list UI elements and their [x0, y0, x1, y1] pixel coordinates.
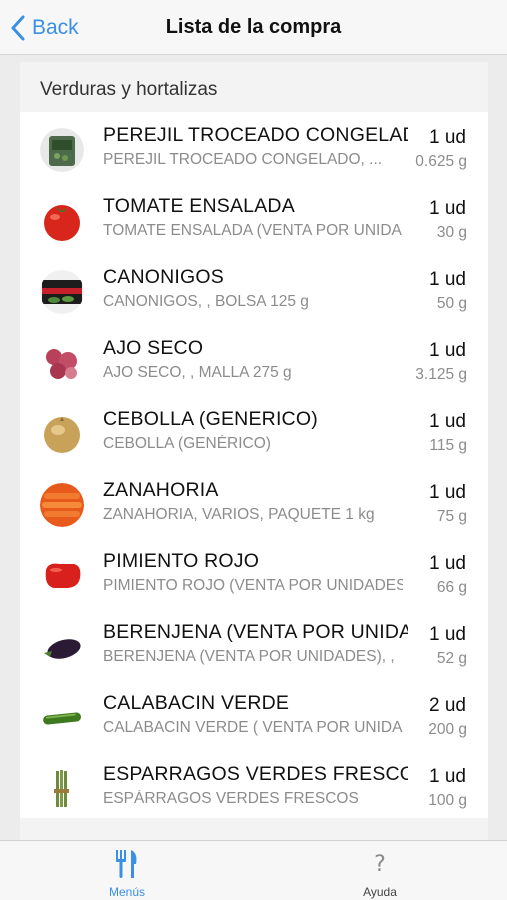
item-quantity: 1 ud — [429, 553, 466, 574]
item-quantity: 1 ud — [429, 482, 466, 503]
item-quantity: 1 ud — [429, 198, 466, 219]
item-name: CALABACIN VERDE — [103, 692, 290, 714]
item-description: CALABACIN VERDE ( VENTA POR UNIDADES) — [103, 719, 403, 736]
item-weight: 115 g — [429, 437, 467, 454]
shopping-list[interactable]: Verduras y hortalizas PEREJIL TROCEADO C… — [0, 56, 507, 840]
list-item[interactable]: TOMATE ENSALADA TOMATE ENSALADA (VENTA P… — [20, 190, 488, 261]
item-name: BERENJENA (VENTA POR UNIDADES) — [103, 621, 408, 643]
item-weight: 66 g — [436, 579, 467, 596]
item-quantity: 1 ud — [429, 269, 466, 290]
help-icon: ? — [320, 849, 440, 879]
item-description: PEREJIL TROCEADO CONGELADO, ... — [103, 151, 383, 168]
help-glyph: ? — [374, 851, 386, 877]
item-quantity: 2 ud — [429, 695, 466, 716]
navigation-bar: Back Lista de la compra — [0, 0, 507, 55]
item-name: AJO SECO — [103, 337, 204, 359]
zucchini-icon — [40, 696, 84, 740]
list-item[interactable]: AJO SECO AJO SECO, , MALLA 275 g 1 ud 3.… — [20, 332, 488, 403]
red-pepper-icon — [40, 554, 84, 598]
item-name: ZANAHORIA — [103, 479, 219, 501]
list-item[interactable]: CEBOLLA (GENERICO) CEBOLLA (GENÉRICO) 1 … — [20, 403, 488, 474]
eggplant-icon — [40, 625, 84, 669]
section-card: Verduras y hortalizas PEREJIL TROCEADO C… — [20, 62, 488, 840]
tomato-icon — [40, 199, 84, 243]
item-description: ZANAHORIA, VARIOS, PAQUETE 1 kg — [103, 506, 375, 523]
item-quantity: 1 ud — [429, 411, 466, 432]
list-item[interactable]: PEREJIL TROCEADO CONGELADO PEREJIL TROCE… — [20, 119, 488, 190]
item-quantity: 1 ud — [429, 766, 466, 787]
tab-bar: Menús ? Ayuda — [0, 840, 507, 900]
list-item[interactable]: BERENJENA (VENTA POR UNIDADES) BERENJENA… — [20, 616, 488, 687]
lambs-lettuce-bag-icon — [40, 270, 84, 314]
tab-ayuda-label: Ayuda — [363, 885, 397, 899]
list-item[interactable]: ZANAHORIA ZANAHORIA, VARIOS, PAQUETE 1 k… — [20, 474, 488, 545]
item-name: CANONIGOS — [103, 266, 224, 288]
parsley-package-icon — [40, 128, 84, 172]
item-name: ESPARRAGOS VERDES FRESCOS — [103, 763, 408, 785]
list-item[interactable]: PIMIENTO ROJO PIMIENTO ROJO (VENTA POR U… — [20, 545, 488, 616]
item-weight: 100 g — [428, 792, 467, 809]
tab-menus[interactable]: Menús — [67, 841, 187, 900]
item-weight: 75 g — [436, 508, 467, 525]
item-quantity: 1 ud — [429, 624, 466, 645]
page-title: Lista de la compra — [165, 16, 342, 38]
item-quantity: 1 ud — [429, 340, 466, 361]
item-name: TOMATE ENSALADA — [103, 195, 295, 217]
item-weight: 0.625 g — [415, 153, 467, 170]
item-description: ESPÁRRAGOS VERDES FRESCOS — [103, 790, 359, 807]
tab-menus-label: Menús — [108, 885, 146, 899]
section-header: Verduras y hortalizas — [20, 62, 488, 112]
garlic-icon — [40, 341, 84, 385]
item-description: AJO SECO, , MALLA 275 g — [103, 364, 292, 381]
item-quantity: 1 ud — [429, 127, 466, 148]
list-item[interactable]: CALABACIN VERDE CALABACIN VERDE ( VENTA … — [20, 687, 488, 758]
onion-icon — [40, 412, 84, 456]
item-description: CEBOLLA (GENÉRICO) — [103, 435, 271, 452]
item-weight: 50 g — [436, 295, 467, 312]
list-item[interactable]: CANONIGOS CANONIGOS, , BOLSA 125 g 1 ud … — [20, 261, 488, 332]
item-description: BERENJENA (VENTA POR UNIDADES), , — [103, 648, 395, 665]
tab-ayuda[interactable]: ? Ayuda — [320, 841, 440, 900]
item-weight: 52 g — [436, 650, 467, 667]
item-name: PIMIENTO ROJO — [103, 550, 260, 572]
next-section-header — [20, 818, 488, 840]
asparagus-icon — [40, 767, 84, 811]
item-name: CEBOLLA (GENERICO) — [103, 408, 318, 430]
item-description: TOMATE ENSALADA (VENTA POR UNIDADES) — [103, 222, 403, 239]
item-name: PEREJIL TROCEADO CONGELADO — [103, 124, 408, 146]
cutlery-icon — [67, 849, 187, 879]
item-description: PIMIENTO ROJO (VENTA POR UNIDADES) — [103, 577, 403, 594]
item-weight: 200 g — [428, 721, 467, 738]
item-description: CANONIGOS, , BOLSA 125 g — [103, 293, 309, 310]
item-weight: 3.125 g — [415, 366, 467, 383]
carrot-icon — [40, 483, 84, 527]
item-weight: 30 g — [436, 224, 467, 241]
